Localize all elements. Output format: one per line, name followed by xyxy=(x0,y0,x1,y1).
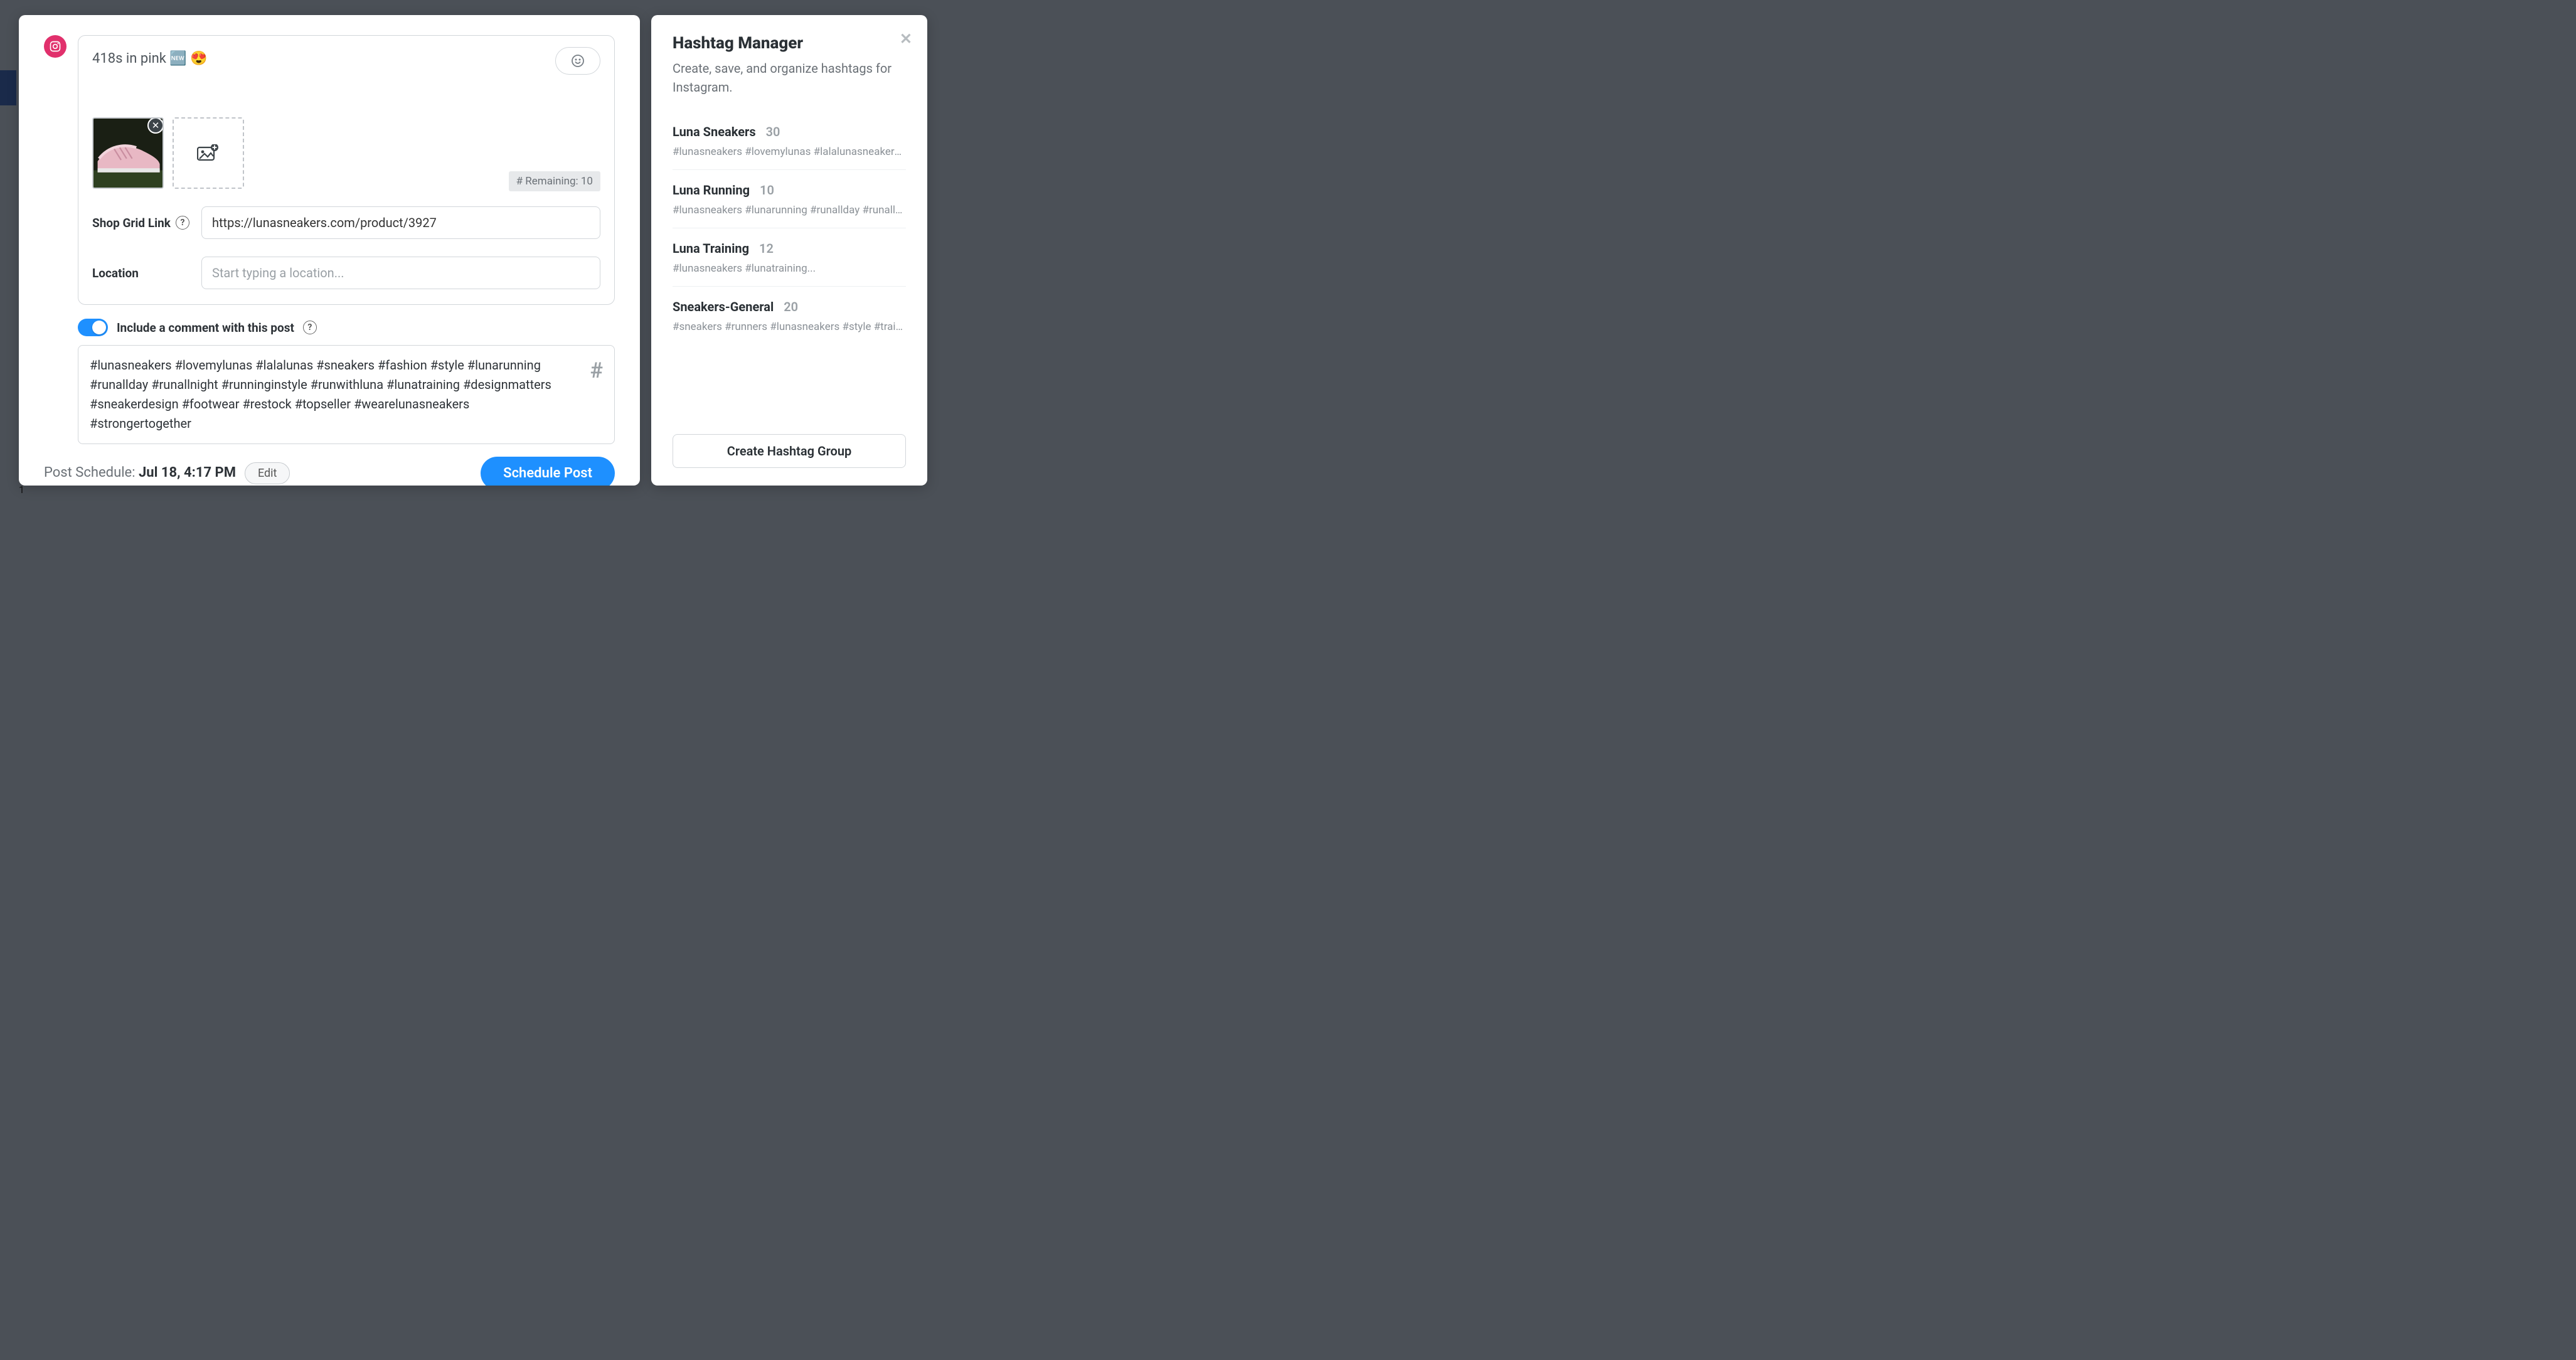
help-icon[interactable]: ? xyxy=(303,321,317,334)
hashtag-manager-subtitle: Create, save, and organize hashtags for … xyxy=(673,59,906,97)
hashtag-remaining-badge: # Remaining: 10 xyxy=(509,171,600,191)
hashtag-group-preview: #lunasneakers #lunarunning #runallday #r… xyxy=(673,204,906,216)
hashtag-group-count: 30 xyxy=(766,124,780,139)
hashtag-manager-panel: ✕ Hashtag Manager Create, save, and orga… xyxy=(651,15,927,486)
composer-card: 418s in pink 🆕 😍 xyxy=(78,35,615,305)
shop-grid-label: Shop Grid Link xyxy=(92,216,171,230)
add-media-button[interactable] xyxy=(173,117,244,189)
location-input[interactable] xyxy=(201,257,600,289)
hashtag-group-preview: #sneakers #runners #lunasneakers #style … xyxy=(673,321,906,333)
hashtag-group-count: 12 xyxy=(759,241,774,256)
hashtag-manager-title: Hashtag Manager xyxy=(673,34,906,53)
location-label: Location xyxy=(92,266,139,280)
hashtag-group-preview: #lunasneakers #lovemylunas #lalalunasnea… xyxy=(673,146,906,158)
hashtag-group[interactable]: Luna Running 10 #lunasneakers #lunarunning… xyxy=(673,169,906,228)
hashtag-group-name: Sneakers-General xyxy=(673,299,774,314)
hashtag-group-name: Luna Running xyxy=(673,183,750,198)
hashtag-icon[interactable]: # xyxy=(590,354,603,388)
include-comment-toggle[interactable] xyxy=(78,319,108,336)
shop-grid-input[interactable] xyxy=(201,206,600,239)
remove-media-icon[interactable]: ✕ xyxy=(147,117,164,134)
composer-panel: 418s in pink 🆕 😍 xyxy=(19,15,640,486)
schedule-time: Jul 18, 4:17 PM xyxy=(139,465,236,481)
emoji-picker-button[interactable] xyxy=(555,47,600,75)
schedule-post-button[interactable]: Schedule Post xyxy=(481,457,615,486)
close-icon[interactable]: ✕ xyxy=(900,30,912,48)
help-icon[interactable]: ? xyxy=(176,216,189,230)
hashtag-group-count: 20 xyxy=(784,299,798,314)
include-comment-label: Include a comment with this post xyxy=(117,321,294,335)
hashtag-group-name: Luna Training xyxy=(673,241,749,256)
comment-textarea[interactable]: #lunasneakers #lovemylunas #lalalunas #s… xyxy=(78,345,615,444)
create-hashtag-group-button[interactable]: Create Hashtag Group xyxy=(673,434,906,468)
hashtag-group-name: Luna Sneakers xyxy=(673,124,756,139)
schedule-prefix: Post Schedule: xyxy=(44,465,139,481)
hashtag-group-preview: #lunasneakers #lunatraining... xyxy=(673,262,906,275)
comment-text: #lunasneakers #lovemylunas #lalalunas #s… xyxy=(90,358,551,431)
hashtag-group-count: 10 xyxy=(760,183,774,198)
edit-schedule-button[interactable]: Edit xyxy=(245,462,290,484)
instagram-icon xyxy=(44,35,67,58)
caption-text[interactable]: 418s in pink 🆕 😍 xyxy=(92,48,600,69)
hashtag-group[interactable]: Luna Sneakers 30 #lunasneakers #lovemyluna… xyxy=(673,112,906,169)
hashtag-group[interactable]: Luna Training 12 #lunasneakers #lunatraini… xyxy=(673,228,906,286)
hashtag-group[interactable]: Sneakers-General 20 #sneakers #runners #lu… xyxy=(673,286,906,344)
media-thumbnail[interactable]: ✕ xyxy=(92,117,164,189)
